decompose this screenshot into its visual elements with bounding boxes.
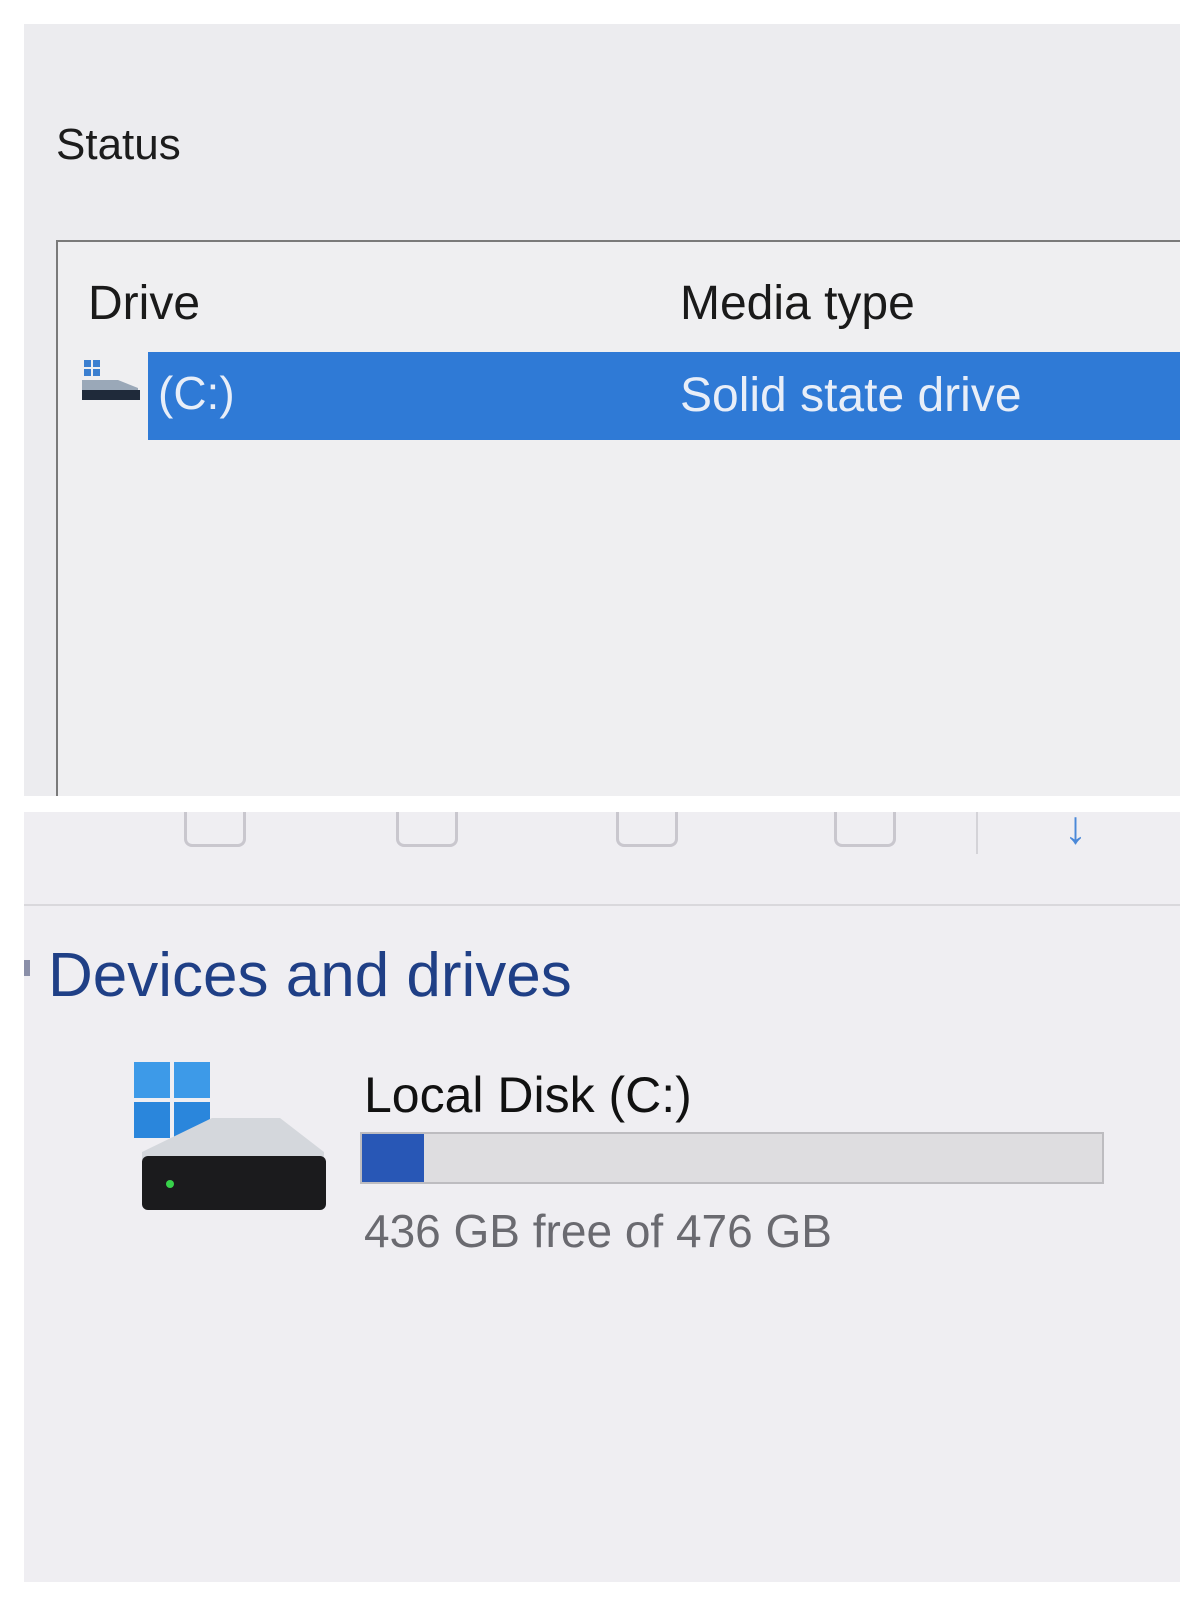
sort-icon[interactable]: ↓ <box>1064 812 1087 854</box>
drive-usage-fill <box>362 1134 425 1182</box>
drive-usage-bar <box>360 1132 1104 1184</box>
toolbar-separator <box>976 812 978 854</box>
delete-icon[interactable] <box>834 812 896 847</box>
toolbar: ↓ <box>24 812 1180 906</box>
ssd-drive-icon <box>82 360 140 400</box>
status-title: Status <box>56 120 181 169</box>
row-selection-highlight: (C:) Solid state drive <box>148 352 1180 440</box>
status-panel: Status Drive Media type (C:) Solid state… <box>24 24 1180 796</box>
drive-name: Local Disk (C:) <box>364 1067 692 1123</box>
media-type-label: Solid state drive <box>680 369 1022 422</box>
windows-drive-icon <box>134 1062 326 1210</box>
column-header-media-type[interactable]: Media type <box>680 276 915 331</box>
group-collapse-chevron-icon[interactable] <box>24 960 30 976</box>
share-icon[interactable] <box>616 812 678 847</box>
drive-row-c[interactable]: (C:) Solid state drive <box>78 352 1180 440</box>
paste-icon[interactable] <box>396 812 458 847</box>
drive-tile-c[interactable]: Local Disk (C:) 436 GB free of 476 GB <box>134 1062 1134 1282</box>
column-header-drive[interactable]: Drive <box>88 276 200 331</box>
drive-free-space: 436 GB free of 476 GB <box>364 1205 832 1257</box>
copy-icon[interactable] <box>184 812 246 847</box>
drive-list[interactable]: Drive Media type (C:) Solid state drive <box>56 240 1180 796</box>
drive-letter-label: (C:) <box>158 367 235 419</box>
group-header-devices[interactable]: Devices and drives <box>48 940 572 1011</box>
explorer-panel: ↓ Devices and drives Local Disk (C:) 436… <box>24 812 1180 1582</box>
